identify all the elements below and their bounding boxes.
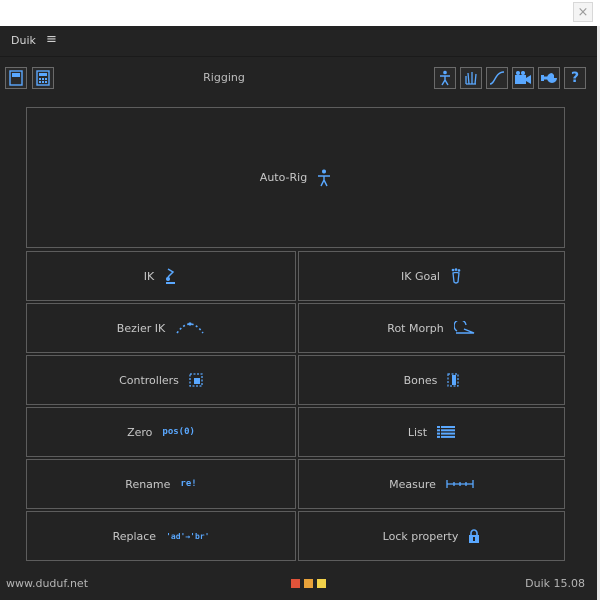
wrench-tab-button[interactable] <box>538 67 560 89</box>
foot-icon <box>451 268 461 284</box>
controllers-label: Controllers <box>119 373 179 387</box>
ik-label: IK <box>143 269 155 283</box>
ik-icon <box>166 268 176 284</box>
bezier-ik-button[interactable]: Bezier IK <box>26 303 296 353</box>
bones-label: Bones <box>403 373 438 387</box>
calculator-icon <box>9 70 23 86</box>
panel-title: Duik <box>11 34 36 47</box>
auto-rig-button[interactable]: Auto-Rig <box>26 107 565 248</box>
list-icon <box>437 426 456 438</box>
panel-menu-icon[interactable]: ≡ <box>46 33 57 47</box>
zero-button[interactable]: Zero pos(0) <box>26 407 296 457</box>
auto-rig-label: Auto-Rig <box>259 171 308 184</box>
lock-property-label: Lock property <box>382 529 459 543</box>
page-title: Rigging <box>203 71 245 84</box>
list-label: List <box>407 425 428 439</box>
bezier-ik-label: Bezier IK <box>116 321 166 335</box>
curve-icon <box>489 71 505 85</box>
duik-panel: Duik ≡ Rigging ? Auto-Rig IK IK Goal Bez… <box>0 26 597 600</box>
keypad-icon <box>36 70 50 86</box>
calculator-button[interactable] <box>5 67 27 89</box>
hand-icon <box>465 72 477 85</box>
rot-morph-button[interactable]: Rot Morph <box>298 303 565 353</box>
footer-website-link[interactable]: www.duduf.net <box>6 577 88 590</box>
bone-icon <box>447 373 459 387</box>
ruler-icon <box>446 480 474 488</box>
version-label: Duik 15.08 <box>525 577 585 590</box>
lock-property-button[interactable]: Lock property <box>298 511 565 561</box>
replace-icon: 'ad'→'br' <box>166 531 210 541</box>
rigging-tab-button[interactable] <box>434 67 456 89</box>
lock-icon <box>469 528 480 543</box>
controllers-button[interactable]: Controllers <box>26 355 296 405</box>
panel-tab-bar: Duik ≡ <box>0 26 597 56</box>
keypad-button[interactable] <box>32 67 54 89</box>
status-indicator-yellow <box>317 579 326 588</box>
rename-button[interactable]: Rename re! <box>26 459 296 509</box>
hand-tab-button[interactable] <box>460 67 482 89</box>
camera-icon <box>515 71 531 84</box>
help-button[interactable]: ? <box>564 67 586 89</box>
list-button[interactable]: List <box>298 407 565 457</box>
zero-label: Zero <box>127 425 153 439</box>
help-icon: ? <box>570 70 580 86</box>
ik-goal-button[interactable]: IK Goal <box>298 251 565 301</box>
replace-label: Replace <box>112 529 157 543</box>
ik-goal-label: IK Goal <box>400 269 440 283</box>
status-indicator-orange <box>304 579 313 588</box>
curve-tab-button[interactable] <box>486 67 508 89</box>
rename-icon: re! <box>180 479 197 489</box>
auto-rig-icon <box>318 169 331 186</box>
status-indicator-red <box>291 579 300 588</box>
bezier-curve-icon <box>176 322 204 334</box>
window-close-button[interactable]: × <box>573 2 593 22</box>
rigging-icon <box>440 70 450 86</box>
camera-tab-button[interactable] <box>512 67 534 89</box>
ik-button[interactable]: IK <box>26 251 296 301</box>
wrench-icon <box>541 73 557 83</box>
rot-morph-label: Rot Morph <box>387 321 444 335</box>
divider <box>0 56 597 57</box>
controller-icon <box>189 373 203 387</box>
rotation-icon <box>453 321 474 334</box>
measure-button[interactable]: Measure <box>298 459 565 509</box>
replace-button[interactable]: Replace 'ad'→'br' <box>26 511 296 561</box>
zero-icon: pos(0) <box>162 427 195 437</box>
rename-label: Rename <box>125 477 171 491</box>
bones-button[interactable]: Bones <box>298 355 565 405</box>
measure-label: Measure <box>389 477 436 491</box>
